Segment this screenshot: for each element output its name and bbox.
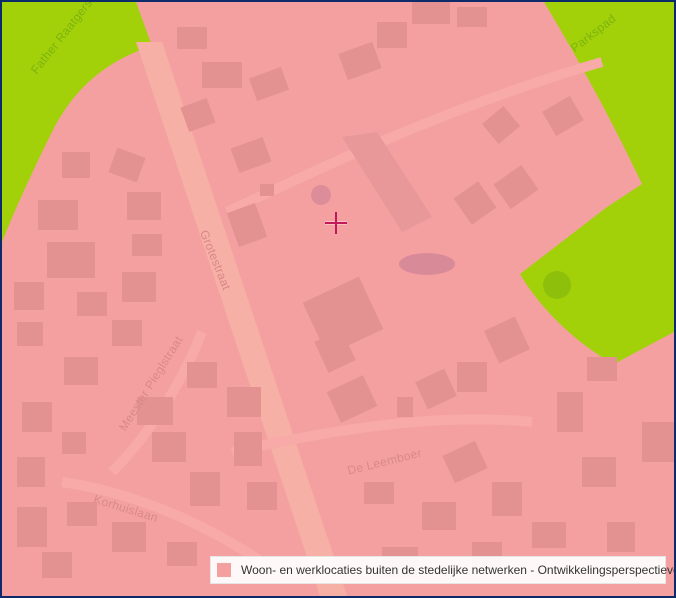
location-crosshair-icon <box>325 212 347 234</box>
legend-label: Woon- en werklocaties buiten de stedelij… <box>241 563 676 577</box>
map-frame[interactable]: Father Raatgerstraat Parkspad Grotestraa… <box>0 0 676 598</box>
green-pond <box>543 271 571 299</box>
map-legend: Woon- en werklocaties buiten de stedelij… <box>210 556 674 584</box>
legend-swatch-icon <box>217 563 231 577</box>
